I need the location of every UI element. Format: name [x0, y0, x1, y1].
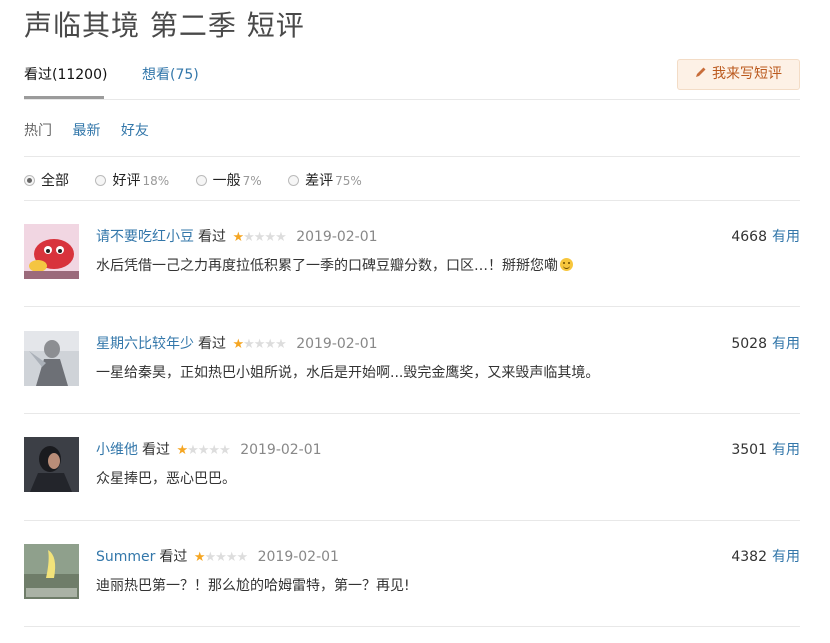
comment-text: 众星捧巴，恶心巴巴。 [96, 471, 236, 487]
filter-label: 全部 [41, 173, 69, 189]
rating-filter: 全部 好评 18% 一般 7% 差评 75% [24, 170, 384, 190]
divider [24, 200, 800, 201]
write-review-button[interactable]: 我来写短评 [677, 59, 800, 90]
smile-emoji-icon [560, 258, 573, 271]
comment-date: 2019-02-01 [296, 229, 378, 245]
comment-text: 一星给秦昊，正如热巴小姐所说，水后是开始啊...毁完金鹰奖，又来毁声临其境。 [96, 365, 600, 381]
tab-watched[interactable]: 看过(11200) [24, 64, 107, 84]
watch-status: 看过 [198, 229, 226, 245]
divider [24, 156, 800, 157]
username-link[interactable]: 星期六比较年少 [96, 336, 194, 352]
comment-date: 2019-02-01 [296, 336, 378, 352]
radio-icon [288, 175, 300, 186]
sort-latest[interactable]: 最新 [72, 123, 100, 139]
filter-label: 一般 [212, 173, 241, 189]
tab-want-to-watch[interactable]: 想看(75) [142, 64, 199, 84]
rating-stars: ★★★★★ [232, 230, 286, 245]
useful-button[interactable]: 有用 [772, 442, 800, 458]
divider [24, 99, 800, 100]
filter-percent: 75% [335, 174, 362, 188]
sort-friends[interactable]: 好友 [121, 123, 149, 139]
rating-stars: ★★★★★ [193, 550, 248, 565]
vote-count: 4668 [731, 229, 767, 245]
pencil-icon [695, 60, 707, 89]
rating-stars: ★★★★★ [232, 337, 286, 352]
radio-icon [95, 175, 107, 186]
filter-positive[interactable]: 好评 18% [95, 170, 169, 190]
page-title: 声临其境 第二季 短评 [24, 9, 305, 42]
divider [24, 413, 800, 414]
divider [24, 306, 800, 307]
filter-percent: 18% [142, 174, 170, 188]
comment-date: 2019-02-01 [240, 442, 322, 458]
useful-button[interactable]: 有用 [772, 549, 800, 565]
divider [24, 520, 800, 521]
filter-percent: 7% [242, 174, 262, 188]
comment-text: 迪丽热巴第一？！那么尬的哈姆雷特，第一？再见! [96, 578, 410, 594]
filter-label: 差评 [305, 173, 334, 189]
vote-count: 5028 [731, 336, 767, 352]
useful-button[interactable]: 有用 [772, 336, 800, 352]
filter-all[interactable]: 全部 [24, 170, 69, 190]
avatar[interactable] [24, 224, 79, 279]
sort-hot[interactable]: 热门 [24, 123, 52, 139]
comment-text: 水后凭借一己之力再度拉低积累了一季的口碑豆瓣分数，口区…！掰掰您嘞 [96, 258, 558, 274]
avatar[interactable] [24, 331, 79, 386]
filter-neutral[interactable]: 一般 7% [195, 170, 262, 190]
watch-status: 看过 [198, 336, 226, 352]
avatar[interactable] [24, 437, 79, 492]
radio-icon [195, 175, 207, 186]
username-link[interactable]: 小维他 [96, 442, 138, 458]
filter-negative[interactable]: 差评 75% [288, 170, 362, 190]
sort-options: 热门 最新 好友 [24, 120, 165, 140]
avatar[interactable] [24, 544, 79, 599]
watch-status: 看过 [142, 442, 170, 458]
vote-count: 4382 [731, 549, 767, 565]
comment-date: 2019-02-01 [257, 549, 339, 565]
watch-status: 看过 [159, 549, 188, 565]
write-review-label: 我来写短评 [712, 66, 782, 82]
vote-count: 3501 [731, 442, 767, 458]
username-link[interactable]: 请不要吃红小豆 [96, 229, 194, 245]
useful-button[interactable]: 有用 [772, 229, 800, 245]
rating-stars: ★★★★★ [176, 443, 230, 458]
filter-label: 好评 [112, 173, 141, 189]
divider [24, 626, 800, 627]
radio-selected-icon [24, 175, 35, 186]
username-link[interactable]: Summer [96, 549, 155, 565]
